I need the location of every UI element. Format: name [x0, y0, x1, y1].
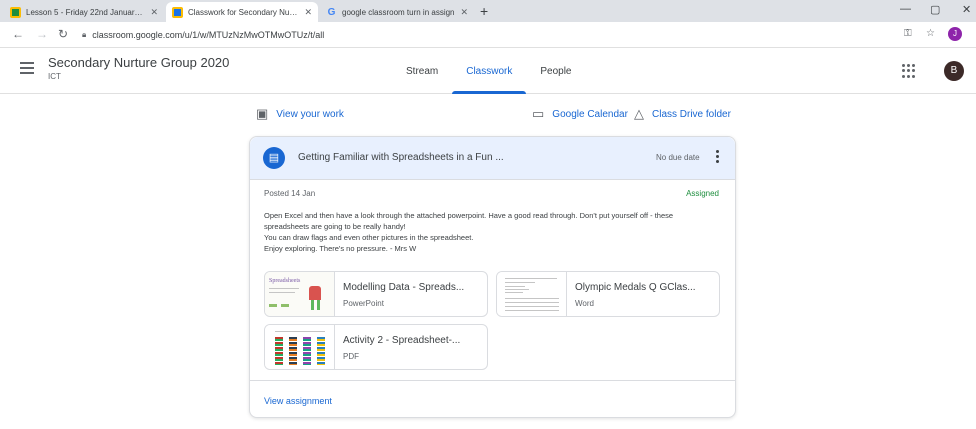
tab-people[interactable]: People: [526, 48, 585, 94]
browser-tab-google-search[interactable]: G google classroom turn in assign ✕: [320, 2, 476, 22]
view-your-work-label: View your work: [276, 108, 344, 120]
view-your-work-link[interactable]: ▣ View your work: [256, 106, 344, 122]
tab-title: Lesson 5 - Friday 22nd January 2: [26, 7, 145, 17]
calendar-icon: ▭: [532, 106, 545, 121]
window-close-icon[interactable]: ✕: [962, 3, 971, 16]
attachment-thumbnail: [497, 272, 567, 316]
attachment-name: Modelling Data - Spreads...: [343, 282, 465, 293]
apps-grid-icon[interactable]: [902, 64, 916, 78]
drive-icon: △: [634, 106, 644, 121]
tab-title: Classwork for Secondary Nurture: [188, 7, 299, 17]
attachment-name: Activity 2 - Spreadsheet-...: [343, 335, 461, 346]
google-calendar-link[interactable]: ▭ Google Calendar: [532, 106, 628, 122]
maximize-icon[interactable]: ▢: [930, 3, 940, 16]
attachment-pdf[interactable]: Activity 2 - Spreadsheet-... PDF: [264, 324, 488, 370]
class-section: ICT: [48, 72, 61, 81]
description-line: Enjoy exploring. There's no pressure. - …: [264, 244, 417, 253]
google-favicon-icon: G: [327, 6, 336, 18]
class-drive-folder-label: Class Drive folder: [652, 108, 731, 120]
url-text: classroom.google.com/u/1/w/MTUzNzMwOTMwO…: [92, 29, 325, 40]
attachment-type: PDF: [343, 352, 359, 361]
google-calendar-label: Google Calendar: [552, 108, 628, 120]
thumbnail-title: Spreadsheets: [269, 278, 301, 284]
classroom-tabs: Stream Classwork People: [392, 48, 586, 94]
class-name[interactable]: Secondary Nurture Group 2020: [48, 55, 229, 70]
attachment-word[interactable]: Olympic Medals Q GClas... Word: [496, 271, 720, 317]
close-icon[interactable]: ✕: [150, 7, 158, 18]
star-icon[interactable]: ☆: [926, 28, 935, 39]
assignment-card-footer: View assignment: [250, 380, 735, 418]
key-icon[interactable]: ⚿: [904, 28, 912, 39]
browser-tab-strip: Lesson 5 - Friday 22nd January 2 ✕ Class…: [0, 0, 976, 22]
menu-icon[interactable]: [20, 62, 34, 74]
classwork-links-row: ▣ View your work ▭ Google Calendar △ Cla…: [256, 106, 736, 126]
description-line: Open Excel and then have a look through …: [264, 211, 674, 220]
close-icon[interactable]: ✕: [304, 7, 312, 18]
attachment-thumbnail: Spreadsheets: [265, 272, 335, 316]
due-date: No due date: [656, 153, 700, 162]
attachment-type: Word: [575, 299, 594, 308]
assignment-title[interactable]: Getting Familiar with Spreadsheets in a …: [298, 152, 504, 163]
avatar[interactable]: B: [944, 61, 964, 81]
attachment-thumbnail: [265, 325, 335, 369]
more-options-icon[interactable]: [716, 150, 720, 165]
assignment-description: Open Excel and then have a look through …: [264, 210, 724, 254]
tab-stream[interactable]: Stream: [392, 48, 452, 94]
attachment-powerpoint[interactable]: Spreadsheets Modelling Data - Spreads...…: [264, 271, 488, 317]
browser-tab-lesson5[interactable]: Lesson 5 - Friday 22nd January 2 ✕: [4, 2, 164, 22]
browser-tab-classwork[interactable]: Classwork for Secondary Nurture ✕: [166, 2, 318, 22]
address-bar-row: ← → ↻ 🔒︎ classroom.google.com/u/1/w/MTUz…: [0, 22, 976, 48]
classroom-favicon-icon: [172, 6, 183, 18]
class-drive-folder-link[interactable]: △ Class Drive folder: [634, 106, 731, 122]
assignment-card-header[interactable]: ▤ Getting Familiar with Spreadsheets in …: [250, 137, 735, 180]
new-tab-icon[interactable]: +: [480, 3, 488, 19]
attachment-name: Olympic Medals Q GClas...: [575, 282, 696, 293]
browser-profile-avatar[interactable]: J: [948, 27, 962, 41]
classroom-header: Secondary Nurture Group 2020 ICT Stream …: [0, 48, 976, 94]
assignment-icon: ▤: [263, 147, 285, 169]
reload-icon[interactable]: ↻: [58, 27, 68, 41]
description-line: You can draw flags and even other pictur…: [264, 233, 474, 242]
url-bar[interactable]: 🔒︎ classroom.google.com/u/1/w/MTUzNzMwOT…: [82, 25, 882, 44]
close-icon[interactable]: ✕: [461, 7, 469, 18]
minimize-icon[interactable]: —: [900, 3, 911, 15]
lock-icon: 🔒︎: [82, 29, 87, 39]
view-assignment-link[interactable]: View assignment: [264, 396, 332, 406]
assignment-list-icon: ▣: [256, 106, 269, 121]
status-badge: Assigned: [686, 189, 719, 198]
tab-title: google classroom turn in assign: [342, 7, 455, 17]
attachment-type: PowerPoint: [343, 299, 384, 308]
tab-classwork[interactable]: Classwork: [452, 48, 527, 94]
assignment-card: ▤ Getting Familiar with Spreadsheets in …: [249, 136, 736, 418]
posted-date: Posted 14 Jan: [264, 189, 316, 198]
classroom-favicon-icon: [10, 6, 21, 18]
back-arrow-icon[interactable]: ←: [12, 27, 24, 41]
forward-arrow-icon[interactable]: →: [36, 27, 48, 41]
description-line: spreadsheets are going to be really hand…: [264, 222, 406, 231]
